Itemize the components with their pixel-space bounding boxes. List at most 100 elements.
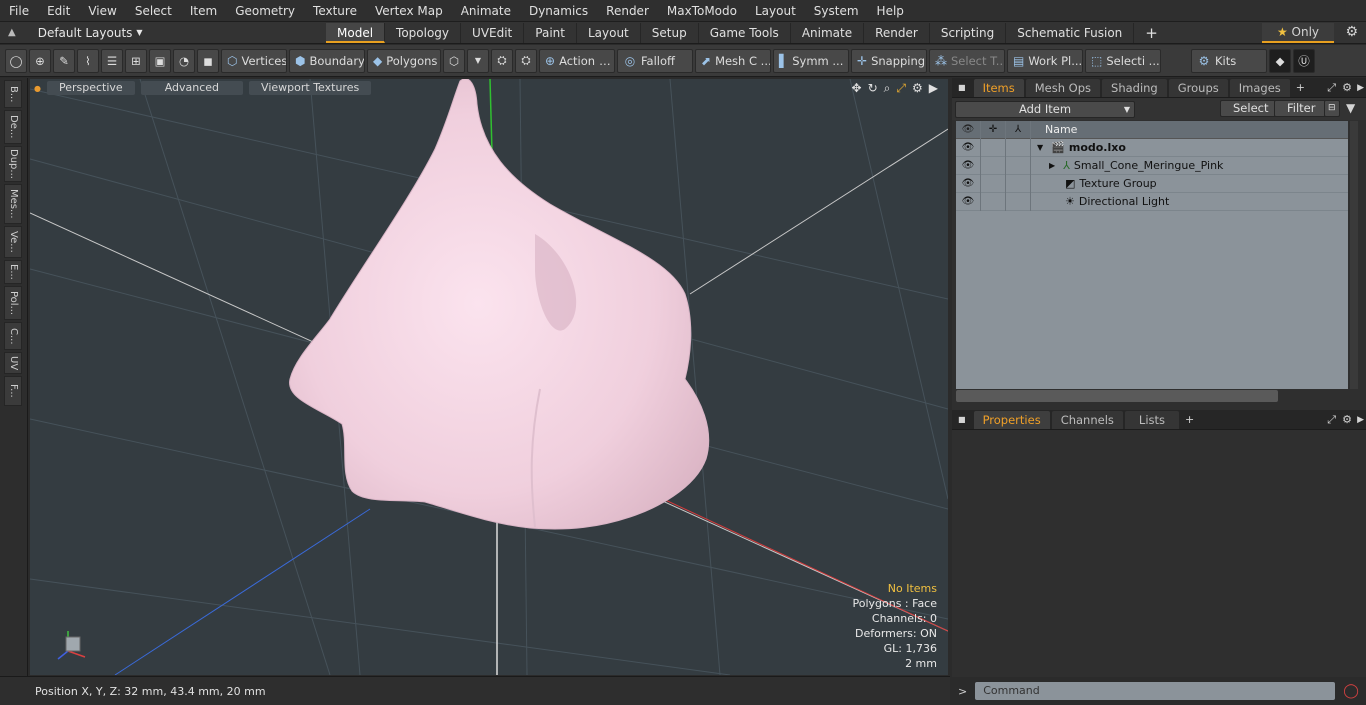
expand-arrow-icon[interactable]: ▶ [1049,161,1055,170]
align-icon[interactable]: ☰ [101,48,123,73]
panel-gear-icon[interactable]: ⚙ [1342,81,1352,94]
tab-render[interactable]: Render [864,22,930,43]
funnel-icon[interactable]: ▼ [1346,101,1355,115]
menu-file[interactable]: File [0,4,38,18]
tab-properties[interactable]: Properties [973,410,1050,429]
menu-vertex-map[interactable]: Vertex Map [366,4,452,18]
menu-maxtomodo[interactable]: MaxToModo [658,4,746,18]
3d-viewport[interactable]: ● Perspective Advanced Viewport Textures… [30,79,948,675]
work-plane-button[interactable]: ▤ Work Pl... [1007,48,1083,73]
tab-shading[interactable]: Shading [1102,78,1167,97]
props-gear-icon[interactable]: ⚙ [1342,413,1352,426]
unreal-icon[interactable]: Ⓤ [1293,48,1315,73]
menu-item[interactable]: Item [181,4,226,18]
eye-icon[interactable]: 👁 [956,192,981,211]
menu-view[interactable]: View [79,4,125,18]
tab-lists[interactable]: Lists [1124,410,1180,429]
left-tab-duplicate[interactable]: Dup... [4,146,22,182]
symmetry-y-icon[interactable]: ⛭ [515,48,537,73]
select-button[interactable]: Select [1220,100,1282,117]
add-panel-tab-icon[interactable]: + [1296,81,1305,94]
tree-row-scene[interactable]: 👁 ▼ 🎬 modo.lxo [956,138,1348,157]
brush-icon[interactable]: ⌇ [77,48,99,73]
left-tab-polygon[interactable]: Pol... [4,286,22,320]
tab-setup[interactable]: Setup [641,22,699,43]
tab-animate[interactable]: Animate [791,22,865,43]
menu-layout[interactable]: Layout [746,4,805,18]
name-column-header[interactable]: Name [1031,123,1077,136]
perspective-button[interactable]: Perspective [46,81,135,95]
type-column-icon[interactable]: ⅄ [1006,120,1031,139]
polygons-button[interactable]: ◆ Polygons [367,48,441,73]
gear-icon[interactable]: ⚙ [1345,24,1358,40]
command-record-icon[interactable]: ◯ [1343,683,1359,699]
panel-arrow-icon[interactable]: ▶ [1357,83,1364,93]
left-tab-edge[interactable]: E... [4,260,22,284]
tab-images[interactable]: Images [1229,78,1290,97]
kits-button[interactable]: ⚙ Kits [1191,48,1267,73]
menu-help[interactable]: Help [868,4,913,18]
zoom-icon[interactable]: ⌕ [884,81,891,96]
left-tab-fusion[interactable]: F... [4,376,22,406]
only-toggle[interactable]: ★ Only [1262,23,1334,43]
mesh-constraint-button[interactable]: ⬈ Mesh C ... [695,48,771,73]
pan-icon[interactable]: ✥ [852,81,862,96]
panel-expand-icon[interactable]: ⤢ [1327,81,1336,95]
left-tab-deform[interactable]: De... [4,110,22,144]
props-expand-icon[interactable]: ⤢ [1327,413,1336,427]
tree-row-mesh[interactable]: 👁 ▶ ⅄ Small_Cone_Meringue_Pink [956,156,1348,175]
left-tab-basic[interactable]: B... [4,80,22,108]
menu-select[interactable]: Select [126,4,181,18]
advanced-button[interactable]: Advanced [140,81,244,95]
left-tab-vertex[interactable]: Ve... [4,226,22,258]
material-icon[interactable]: ⬡ [443,48,465,73]
menu-animate[interactable]: Animate [452,4,520,18]
symmetry-x-icon[interactable]: ⛭ [491,48,513,73]
circle-select-icon[interactable]: ◯ [5,48,27,73]
tab-channels[interactable]: Channels [1051,410,1123,429]
add-tab-icon[interactable]: + [1134,23,1169,43]
tab-paint[interactable]: Paint [524,22,577,43]
tab-model[interactable]: Model [326,22,386,43]
tree-row-light[interactable]: 👁 ☀ Directional Light [956,192,1348,211]
tab-layout[interactable]: Layout [577,22,641,43]
props-arrow-icon[interactable]: ▶ [1357,415,1364,425]
lock-column-icon[interactable]: ✛ [981,120,1006,139]
layout-selector[interactable]: ▲ Default Layouts ▼ [0,26,326,40]
pen-icon[interactable]: ✎ [53,48,75,73]
left-tab-mesh-edit[interactable]: Mes... [4,184,22,224]
fit-icon[interactable]: ⤢ [896,81,906,96]
cube-icon[interactable]: ◼ [197,48,219,73]
menu-texture[interactable]: Texture [304,4,366,18]
menu-render[interactable]: Render [597,4,658,18]
add-item-button[interactable]: Add Item ▼ [955,100,1135,118]
center-icon[interactable]: ⊞ [125,48,147,73]
tab-schematic-fusion[interactable]: Schematic Fusion [1006,22,1135,43]
menu-edit[interactable]: Edit [38,4,79,18]
viewport-textures-button[interactable]: Viewport Textures [249,81,372,95]
menu-dynamics[interactable]: Dynamics [520,4,597,18]
falloff-button[interactable]: ◎ Falloff [617,48,693,73]
tab-game-tools[interactable]: Game Tools [699,22,791,43]
tab-groups[interactable]: Groups [1168,78,1228,97]
snapping-button[interactable]: ✛ Snapping [851,48,927,73]
pie-icon[interactable]: ◔ [173,48,195,73]
tree-row-texture-group[interactable]: 👁 ◩ Texture Group [956,174,1348,193]
add-props-tab-icon[interactable]: + [1185,413,1194,426]
symmetry-button[interactable]: ▌ Symm ... [773,48,849,73]
collapse-icon[interactable]: ⊟ [1324,100,1340,117]
selection-sets-button[interactable]: ⬚ Selecti ... [1085,48,1161,73]
expand-arrow-icon[interactable]: ▼ [1037,143,1043,152]
tab-uvedit[interactable]: UVEdit [461,22,525,43]
box-icon[interactable]: ▣ [149,48,171,73]
tab-scripting[interactable]: Scripting [930,22,1007,43]
menu-system[interactable]: System [805,4,868,18]
item-list-scrollbar[interactable] [1350,121,1358,389]
viewport-gear-icon[interactable]: ⚙ [912,81,923,96]
item-list-hscrollbar[interactable] [956,390,1278,402]
vertices-button[interactable]: ⬡ Vertices [221,48,287,73]
meringue-mesh[interactable] [289,79,710,530]
select-through-button[interactable]: ⁂ Select T... [929,48,1005,73]
tab-mesh-ops[interactable]: Mesh Ops [1025,78,1101,97]
eye-icon[interactable]: 👁 [956,156,981,175]
